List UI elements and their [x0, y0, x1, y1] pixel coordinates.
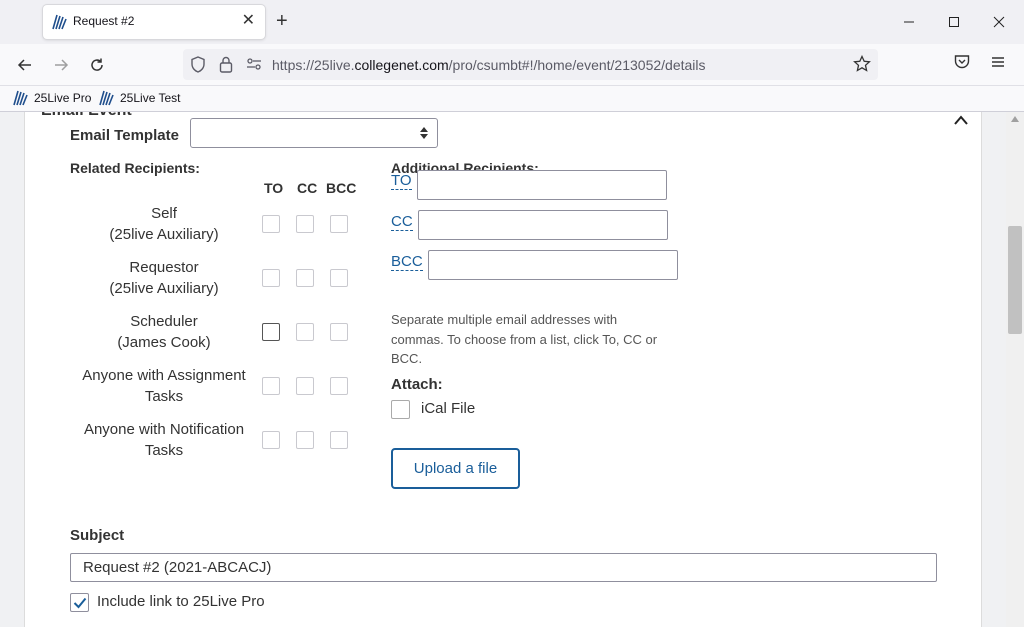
ical-file-label: iCal File	[421, 400, 476, 417]
tab-strip: Request #2 ✕ +	[0, 0, 1024, 44]
bookmark-star-icon[interactable]	[853, 55, 871, 73]
pocket-icon[interactable]	[953, 53, 971, 71]
self-cc-checkbox[interactable]	[296, 215, 314, 233]
forward-arrow-icon[interactable]	[49, 53, 73, 77]
navigation-toolbar: https://25live.collegenet.com/pro/csumbt…	[0, 44, 1024, 86]
column-header-to: TO	[264, 180, 284, 196]
recipient-scheduler: Scheduler (James Cook)	[117, 313, 211, 351]
self-bcc-checkbox[interactable]	[330, 215, 348, 233]
assignment-to-checkbox[interactable]	[262, 377, 280, 395]
section-title: Email Event	[41, 112, 132, 120]
address-bar[interactable]: https://25live.collegenet.com/pro/csumbt…	[183, 49, 878, 80]
25live-logo-icon	[99, 90, 114, 106]
chevron-up-icon[interactable]	[953, 114, 969, 126]
subject-input[interactable]: Request #2 (2021-ABCACJ)	[70, 553, 937, 582]
bcc-input[interactable]	[428, 250, 678, 280]
permissions-icon[interactable]	[246, 57, 262, 71]
shield-icon[interactable]	[190, 56, 206, 73]
sort-arrows-icon	[420, 127, 428, 139]
requestor-cc-checkbox[interactable]	[296, 269, 314, 287]
browser-tab[interactable]: Request #2 ✕	[43, 5, 265, 39]
tab-title: Request #2	[73, 14, 135, 28]
upload-file-button[interactable]: Upload a file	[391, 448, 520, 489]
notification-cc-checkbox[interactable]	[296, 431, 314, 449]
scrollbar-thumb[interactable]	[1008, 226, 1022, 334]
to-input[interactable]	[417, 170, 667, 200]
page-viewport: Email Event Email Template Related Recip…	[0, 112, 1006, 627]
hamburger-menu-icon[interactable]	[989, 53, 1007, 71]
self-to-checkbox[interactable]	[262, 215, 280, 233]
cc-link[interactable]: CC	[391, 214, 413, 231]
column-header-cc: CC	[297, 180, 318, 196]
url-text[interactable]: https://25live.collegenet.com/pro/csumbt…	[272, 57, 706, 73]
to-link[interactable]: TO	[391, 173, 412, 190]
requestor-bcc-checkbox[interactable]	[330, 269, 348, 287]
scheduler-to-checkbox[interactable]	[262, 323, 280, 341]
include-link-label: Include link to 25Live Pro	[97, 593, 265, 610]
close-tab-icon[interactable]: ✕	[242, 12, 255, 30]
bookmark-label: 25Live Pro	[34, 91, 92, 105]
column-header-bcc: BCC	[326, 180, 357, 196]
notification-bcc-checkbox[interactable]	[330, 431, 348, 449]
notification-to-checkbox[interactable]	[262, 431, 280, 449]
requestor-to-checkbox[interactable]	[262, 269, 280, 287]
checkmark-icon	[73, 597, 86, 608]
close-window-icon[interactable]	[987, 10, 1011, 34]
recipients-help-text: Separate multiple email addresses with c…	[391, 312, 658, 366]
recipient-requestor: Requestor (25live Auxiliary)	[109, 259, 219, 297]
minimize-icon[interactable]	[897, 10, 921, 34]
ical-file-checkbox[interactable]	[391, 400, 410, 419]
reload-icon[interactable]	[85, 53, 109, 77]
subject-label: Subject	[70, 527, 125, 544]
bookmark-label: 25Live Test	[120, 91, 181, 105]
25live-logo-icon	[52, 14, 68, 30]
email-template-select[interactable]	[190, 118, 438, 148]
related-recipients-label: Related Recipients:	[70, 160, 200, 176]
cc-input[interactable]	[418, 210, 668, 240]
bookmarks-toolbar: 25Live Pro 25Live Test	[0, 86, 1024, 112]
lock-icon[interactable]	[219, 56, 233, 73]
page-scrollbar[interactable]	[1006, 112, 1024, 627]
scroll-up-arrow-icon[interactable]	[1011, 116, 1019, 122]
new-tab-icon[interactable]: +	[276, 10, 288, 32]
maximize-icon[interactable]	[942, 10, 966, 34]
bookmark-25live-pro[interactable]: 25Live Pro	[13, 90, 91, 106]
include-link-checkbox[interactable]	[70, 593, 89, 612]
bookmark-25live-test[interactable]: 25Live Test	[99, 90, 181, 106]
back-arrow-icon[interactable]	[13, 53, 37, 77]
recipient-assignment-tasks: Anyone with Assignment Tasks	[82, 367, 246, 405]
recipient-notification-tasks: Anyone with Notification Tasks	[83, 421, 245, 459]
scheduler-bcc-checkbox[interactable]	[330, 323, 348, 341]
email-template-label: Email Template	[70, 127, 179, 144]
25live-logo-icon	[13, 90, 28, 106]
scheduler-cc-checkbox[interactable]	[296, 323, 314, 341]
recipient-self: Self (25live Auxiliary)	[109, 205, 219, 243]
assignment-bcc-checkbox[interactable]	[330, 377, 348, 395]
attach-label: Attach:	[391, 376, 443, 393]
bcc-link[interactable]: BCC	[391, 254, 423, 271]
assignment-cc-checkbox[interactable]	[296, 377, 314, 395]
email-event-panel: Email Event Email Template Related Recip…	[24, 112, 982, 627]
